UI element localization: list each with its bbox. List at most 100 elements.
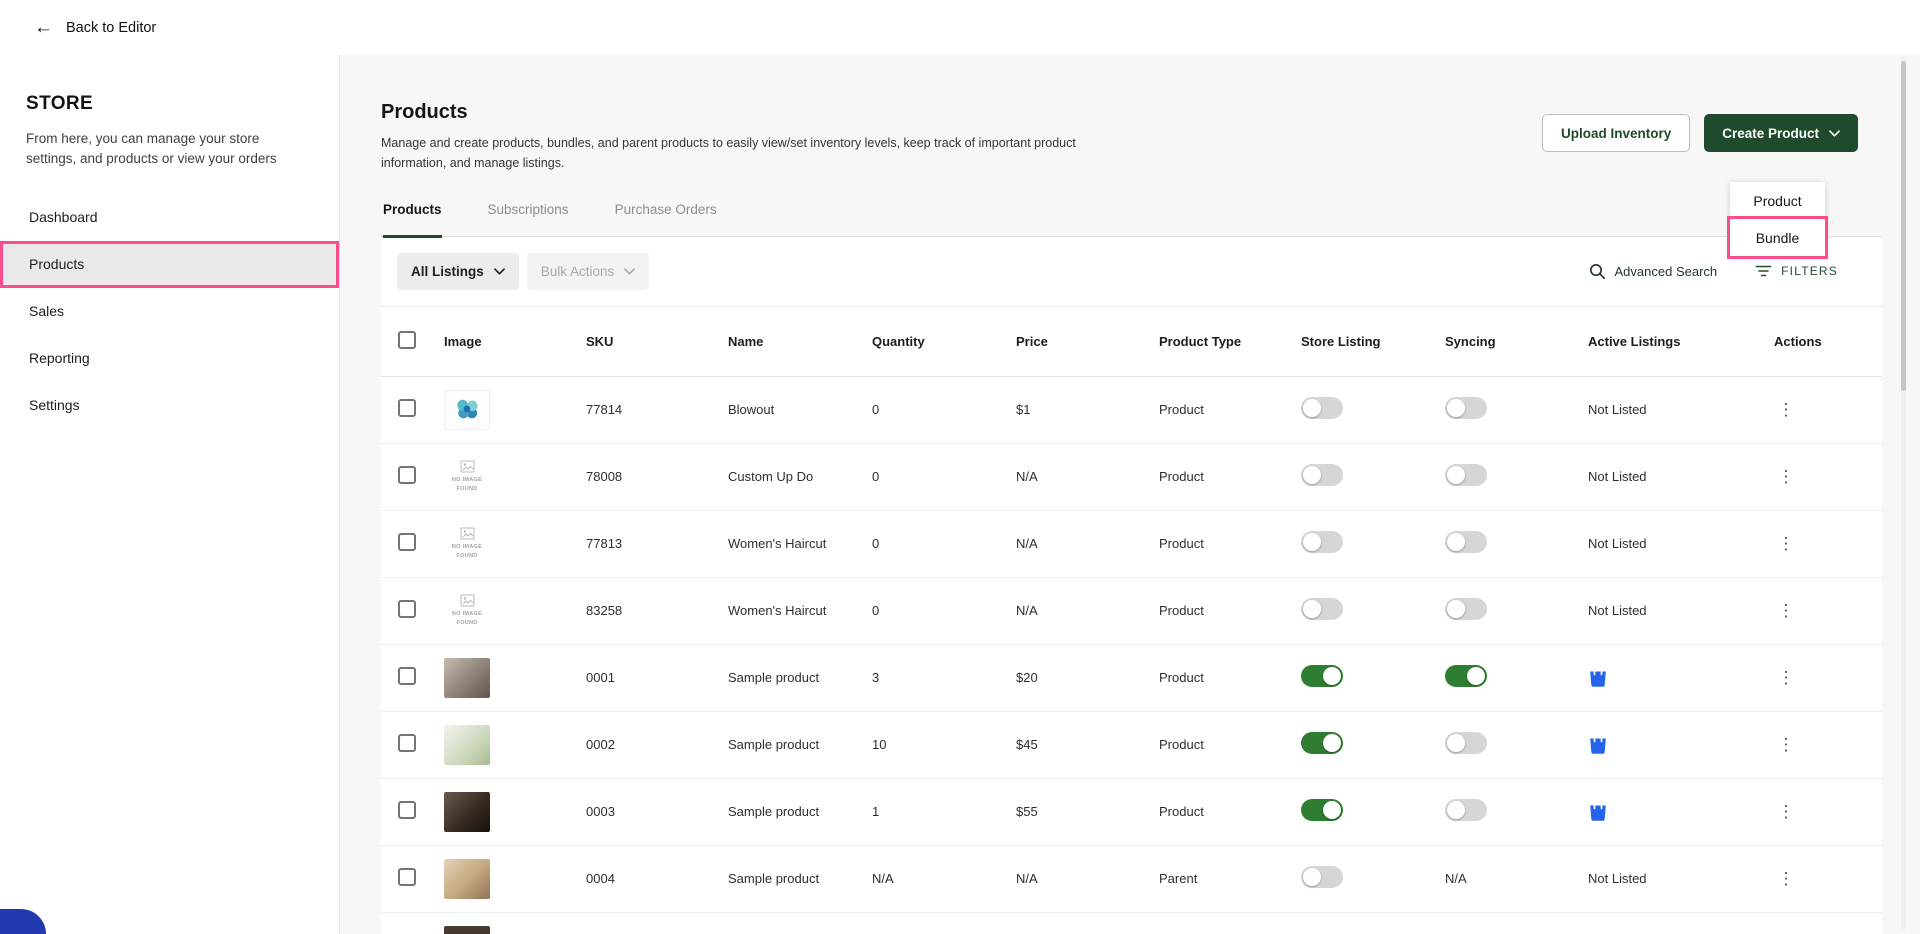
cell-sku: 77813 <box>586 536 728 551</box>
row-checkbox[interactable] <box>398 466 416 484</box>
table-row: NO IMAGE FOUND 77813 Women's Haircut 0 N… <box>381 511 1882 578</box>
upload-inventory-button[interactable]: Upload Inventory <box>1542 114 1690 152</box>
syncing-toggle[interactable] <box>1445 799 1487 821</box>
syncing-toggle[interactable] <box>1445 531 1487 553</box>
select-all-checkbox[interactable] <box>398 331 416 349</box>
image-icon <box>460 527 475 540</box>
create-product-button[interactable]: Create Product <box>1704 114 1858 152</box>
row-actions-menu-button[interactable]: ⋮ <box>1774 467 1798 487</box>
vertical-scrollbar-thumb[interactable] <box>1901 61 1906 391</box>
syncing-toggle[interactable] <box>1445 665 1487 687</box>
cell-name: Sample product <box>728 737 872 752</box>
row-actions-menu-button[interactable]: ⋮ <box>1774 668 1798 688</box>
all-listings-dropdown[interactable]: All Listings <box>397 253 519 290</box>
syncing-toggle[interactable] <box>1445 397 1487 419</box>
product-image: NO IMAGE FOUND <box>444 658 490 698</box>
page-title: Products <box>381 100 1121 124</box>
advanced-search-label: Advanced Search <box>1615 264 1718 279</box>
create-menu-item[interactable]: Bundle <box>1730 219 1825 256</box>
sidebar-item[interactable]: Reporting <box>0 335 339 382</box>
store-listing-toggle[interactable] <box>1301 464 1343 486</box>
product-image: NO IMAGE FOUND <box>444 524 490 564</box>
sidebar-item-label: Products <box>29 256 84 272</box>
row-actions-menu-button[interactable]: ⋮ <box>1774 869 1798 889</box>
table-row: NO IMAGE FOUND 0002 Sample product 10 $4… <box>381 712 1882 779</box>
sidebar-item[interactable]: Sales <box>0 288 339 335</box>
filters-button[interactable]: FILTERS <box>1755 264 1838 278</box>
cell-sku: 0003 <box>586 804 728 819</box>
row-checkbox[interactable] <box>398 868 416 886</box>
filter-icon <box>1755 264 1772 278</box>
row-checkbox[interactable] <box>398 533 416 551</box>
row-checkbox[interactable] <box>398 600 416 618</box>
row-checkbox[interactable] <box>398 801 416 819</box>
no-image-text: NO IMAGE FOUND <box>446 543 488 560</box>
active-listings-label: Not Listed <box>1588 536 1647 551</box>
row-checkbox[interactable] <box>398 399 416 417</box>
row-checkbox[interactable] <box>398 734 416 752</box>
cell-syncing <box>1445 464 1588 489</box>
cell-product-type: Product <box>1159 536 1301 551</box>
shopping-bag-icon[interactable] <box>1588 732 1608 755</box>
syncing-toggle[interactable] <box>1445 464 1487 486</box>
column-active-listings: Active Listings <box>1588 334 1774 349</box>
store-listing-toggle[interactable] <box>1301 799 1343 821</box>
cell-product-type: Product <box>1159 402 1301 417</box>
store-listing-toggle[interactable] <box>1301 732 1343 754</box>
active-listings-label: Not Listed <box>1588 603 1647 618</box>
store-listing-toggle[interactable] <box>1301 598 1343 620</box>
create-menu-item[interactable]: Product <box>1730 182 1825 219</box>
cell-syncing <box>1445 665 1588 690</box>
cell-name: Sample product <box>728 871 872 886</box>
tab[interactable]: Purchase Orders <box>615 202 717 238</box>
row-actions-menu-button[interactable]: ⋮ <box>1774 802 1798 822</box>
table-row: NO IMAGE FOUND 0004 Sample product N/A N… <box>381 846 1882 913</box>
cell-sku: 0002 <box>586 737 728 752</box>
vertical-scrollbar-track[interactable] <box>1901 56 1906 930</box>
syncing-na-label: N/A <box>1445 871 1467 886</box>
tab[interactable]: Products <box>383 202 442 238</box>
syncing-toggle[interactable] <box>1445 598 1487 620</box>
store-listing-toggle[interactable] <box>1301 397 1343 419</box>
topbar: ← Back to Editor <box>0 0 1920 55</box>
table-row-partial <box>381 913 1882 934</box>
sidebar-item[interactable]: Dashboard <box>0 194 339 241</box>
tab-bar: Products Subscriptions Purchase Orders <box>381 202 1882 237</box>
bulk-actions-label: Bulk Actions <box>541 264 615 279</box>
store-listing-toggle[interactable] <box>1301 531 1343 553</box>
no-image-placeholder: NO IMAGE FOUND <box>446 460 488 493</box>
cell-store-listing <box>1301 866 1445 891</box>
row-actions-menu-button[interactable]: ⋮ <box>1774 601 1798 621</box>
shopping-bag-icon[interactable] <box>1588 799 1608 822</box>
back-to-editor-button[interactable]: ← Back to Editor <box>34 18 156 37</box>
sidebar-item[interactable]: Products <box>0 241 339 288</box>
column-image: Image <box>444 334 586 349</box>
shopping-bag-icon[interactable] <box>1588 665 1608 688</box>
row-actions-menu-button[interactable]: ⋮ <box>1774 400 1798 420</box>
cell-price: $20 <box>1016 670 1159 685</box>
row-checkbox[interactable] <box>398 667 416 685</box>
product-image: NO IMAGE FOUND <box>444 859 490 899</box>
cell-store-listing <box>1301 464 1445 489</box>
row-actions-menu-button[interactable]: ⋮ <box>1774 534 1798 554</box>
search-icon <box>1589 263 1606 280</box>
store-listing-toggle[interactable] <box>1301 866 1343 888</box>
cell-syncing <box>1445 732 1588 757</box>
cell-name: Sample product <box>728 804 872 819</box>
store-listing-toggle[interactable] <box>1301 665 1343 687</box>
page-header-text: Products Manage and create products, bun… <box>381 100 1121 174</box>
cell-store-listing <box>1301 732 1445 757</box>
cell-quantity: 3 <box>872 670 1016 685</box>
cell-active-listings <box>1588 665 1774 691</box>
cell-price: N/A <box>1016 469 1159 484</box>
advanced-search-button[interactable]: Advanced Search <box>1589 263 1718 280</box>
tab[interactable]: Subscriptions <box>488 202 569 238</box>
syncing-toggle[interactable] <box>1445 732 1487 754</box>
bulk-actions-dropdown[interactable]: Bulk Actions <box>527 253 650 290</box>
column-price: Price <box>1016 334 1159 349</box>
cell-active-listings <box>1588 799 1774 825</box>
cell-sku: 83258 <box>586 603 728 618</box>
row-actions-menu-button[interactable]: ⋮ <box>1774 735 1798 755</box>
column-product-type: Product Type <box>1159 334 1301 349</box>
sidebar-item[interactable]: Settings <box>0 382 339 429</box>
